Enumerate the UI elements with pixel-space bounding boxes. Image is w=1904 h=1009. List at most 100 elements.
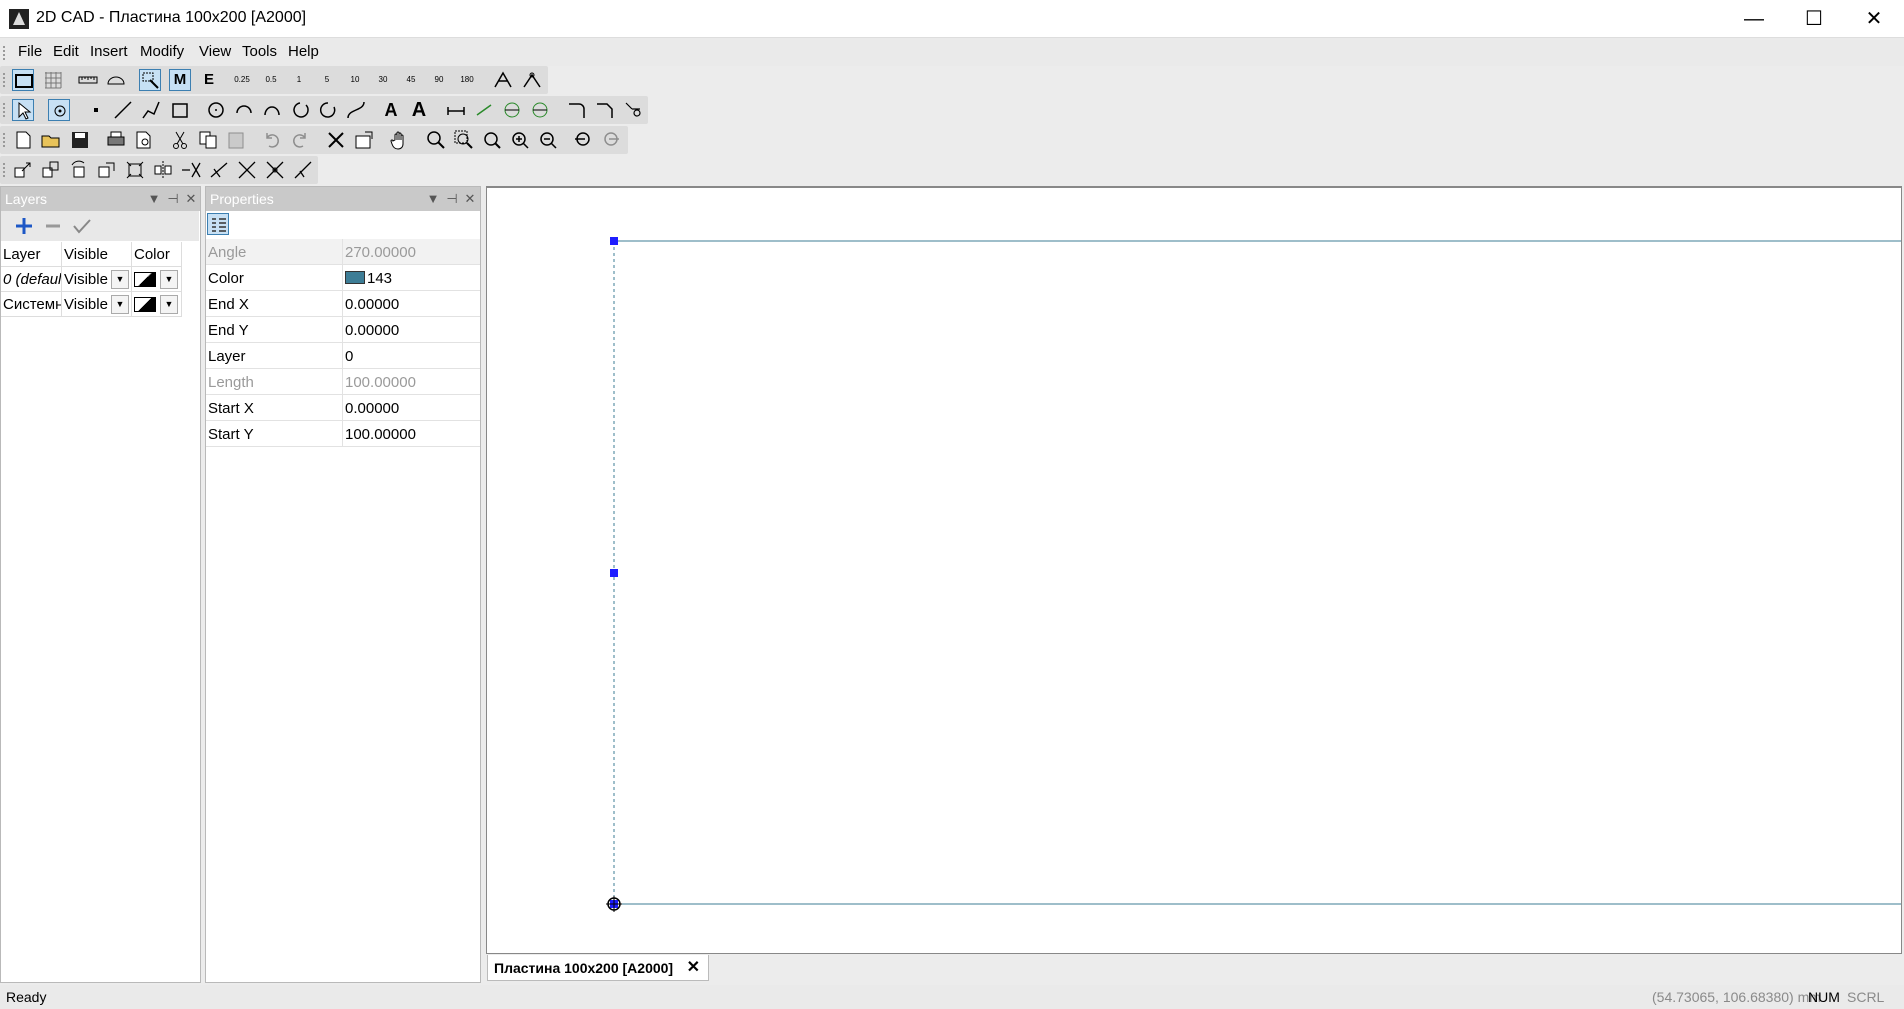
menu-grip[interactable]: [3, 46, 6, 60]
properties-icon[interactable]: [353, 129, 375, 151]
property-row[interactable]: Layer 0: [206, 343, 480, 369]
angle-snap-10[interactable]: 10: [344, 69, 366, 91]
circle-icon[interactable]: [205, 99, 227, 121]
document-tab[interactable]: Пластина 100x200 [A2000] ✕: [487, 955, 709, 981]
undo-icon[interactable]: [261, 129, 283, 151]
property-value[interactable]: 143: [345, 270, 392, 287]
dimension-radius-icon[interactable]: [501, 99, 523, 121]
add-layer-icon[interactable]: [13, 215, 35, 237]
minimize-button[interactable]: —: [1725, 0, 1783, 38]
property-row[interactable]: End Y 0.00000: [206, 317, 480, 343]
protractor-icon[interactable]: [105, 69, 127, 91]
copy-icon[interactable]: [197, 129, 219, 151]
angle-snap-45[interactable]: 45: [400, 69, 422, 91]
snap-point-icon[interactable]: [48, 99, 70, 121]
dimension-aligned-icon[interactable]: [473, 99, 495, 121]
angle-snap-0-5[interactable]: 0.5: [260, 69, 282, 91]
zoom-next-icon[interactable]: [601, 129, 623, 151]
zoom-out-icon[interactable]: [537, 129, 559, 151]
property-row[interactable]: Color 143: [206, 265, 480, 291]
close-window-button[interactable]: ✕: [1845, 0, 1903, 38]
menu-modify[interactable]: Modify: [140, 43, 184, 60]
move-icon[interactable]: [12, 159, 34, 181]
categorized-view-icon[interactable]: [207, 213, 229, 235]
property-value[interactable]: 0.00000: [345, 322, 399, 339]
property-row[interactable]: Start Y 100.00000: [206, 421, 480, 447]
dimension-linear-icon[interactable]: [445, 99, 467, 121]
property-value[interactable]: 0: [345, 348, 353, 365]
copy-move-icon[interactable]: [40, 159, 62, 181]
snap-angle-icon[interactable]: [492, 69, 514, 91]
join-icon[interactable]: [292, 159, 314, 181]
angle-snap-30[interactable]: 30: [372, 69, 394, 91]
menu-file[interactable]: File: [18, 43, 42, 60]
toolbar-grip[interactable]: [3, 73, 6, 87]
circle-3p-icon[interactable]: [317, 99, 339, 121]
save-icon[interactable]: [69, 129, 91, 151]
zoom-window-icon[interactable]: [453, 129, 475, 151]
panel-dropdown-icon[interactable]: ▼: [146, 187, 162, 211]
panel-close-icon[interactable]: ✕: [183, 187, 199, 211]
arc-3p-icon[interactable]: [261, 99, 283, 121]
rotate-icon[interactable]: [68, 159, 90, 181]
grid-icon[interactable]: [42, 69, 64, 91]
property-value[interactable]: 100.00000: [345, 426, 416, 443]
remove-layer-icon[interactable]: [42, 215, 64, 237]
fillet-icon[interactable]: [566, 99, 588, 121]
property-row[interactable]: Start X 0.00000: [206, 395, 480, 421]
close-tab-icon[interactable]: ✕: [687, 955, 700, 981]
angle-snap-0-25[interactable]: 0.25: [231, 69, 253, 91]
property-value[interactable]: 0.00000: [345, 400, 399, 417]
redo-icon[interactable]: [289, 129, 311, 151]
column-header-layer[interactable]: Layer: [1, 242, 62, 267]
menu-insert[interactable]: Insert: [90, 43, 128, 60]
angle-snap-180[interactable]: 180: [456, 69, 478, 91]
color-dropdown-icon[interactable]: ▼: [160, 270, 178, 289]
zoom-icon[interactable]: [425, 129, 447, 151]
trim-line-icon[interactable]: [180, 159, 202, 181]
print-icon[interactable]: [105, 129, 127, 151]
mtext-icon[interactable]: A: [408, 99, 430, 121]
extend-icon[interactable]: [208, 159, 230, 181]
paste-icon[interactable]: [225, 129, 247, 151]
zoom-in-icon[interactable]: [509, 129, 531, 151]
property-row[interactable]: End X 0.00000: [206, 291, 480, 317]
ortho-toggle[interactable]: M: [169, 69, 191, 91]
trim-icon[interactable]: [622, 99, 644, 121]
menu-edit[interactable]: Edit: [53, 43, 79, 60]
column-header-visible[interactable]: Visible: [62, 242, 132, 267]
stretch-icon[interactable]: [124, 159, 146, 181]
select-arrow-icon[interactable]: [12, 99, 34, 121]
scale-icon[interactable]: [96, 159, 118, 181]
text-icon[interactable]: A: [380, 99, 402, 121]
panel-pin-icon[interactable]: ⊣: [444, 187, 460, 211]
polyline-icon[interactable]: [140, 99, 162, 121]
angle-snap-1[interactable]: 1: [288, 69, 310, 91]
pan-hand-icon[interactable]: [389, 129, 411, 151]
column-header-color[interactable]: Color: [132, 242, 182, 267]
menu-tools[interactable]: Tools: [242, 43, 277, 60]
new-file-icon[interactable]: [12, 129, 34, 151]
snap-vertex-icon[interactable]: [521, 69, 543, 91]
ruler-icon[interactable]: [77, 69, 99, 91]
toolbar-grip[interactable]: [3, 103, 6, 117]
line-icon[interactable]: [112, 99, 134, 121]
cut-icon[interactable]: [169, 129, 191, 151]
panel-dropdown-icon[interactable]: ▼: [425, 187, 441, 211]
layer-row[interactable]: 0 (default) Visible ▼ ▼: [1, 267, 199, 292]
grip-midpoint[interactable]: [610, 569, 618, 577]
color-dropdown-icon[interactable]: ▼: [160, 295, 178, 314]
zoom-extents-icon[interactable]: [481, 129, 503, 151]
break-at-point-icon[interactable]: [264, 159, 286, 181]
chamfer-icon[interactable]: [594, 99, 616, 121]
set-current-layer-icon[interactable]: [71, 215, 93, 237]
toolbar-grip[interactable]: [3, 133, 6, 147]
arc-center-icon[interactable]: [233, 99, 255, 121]
point-icon[interactable]: [85, 99, 107, 121]
rectangle-icon[interactable]: [169, 99, 191, 121]
layer-row[interactable]: Системный Visible ▼ ▼: [1, 292, 199, 317]
property-row[interactable]: Length 100.00000: [206, 369, 480, 395]
visible-dropdown-icon[interactable]: ▼: [111, 270, 129, 289]
maximize-button[interactable]: ☐: [1785, 0, 1843, 38]
e-toggle[interactable]: E: [198, 69, 220, 91]
